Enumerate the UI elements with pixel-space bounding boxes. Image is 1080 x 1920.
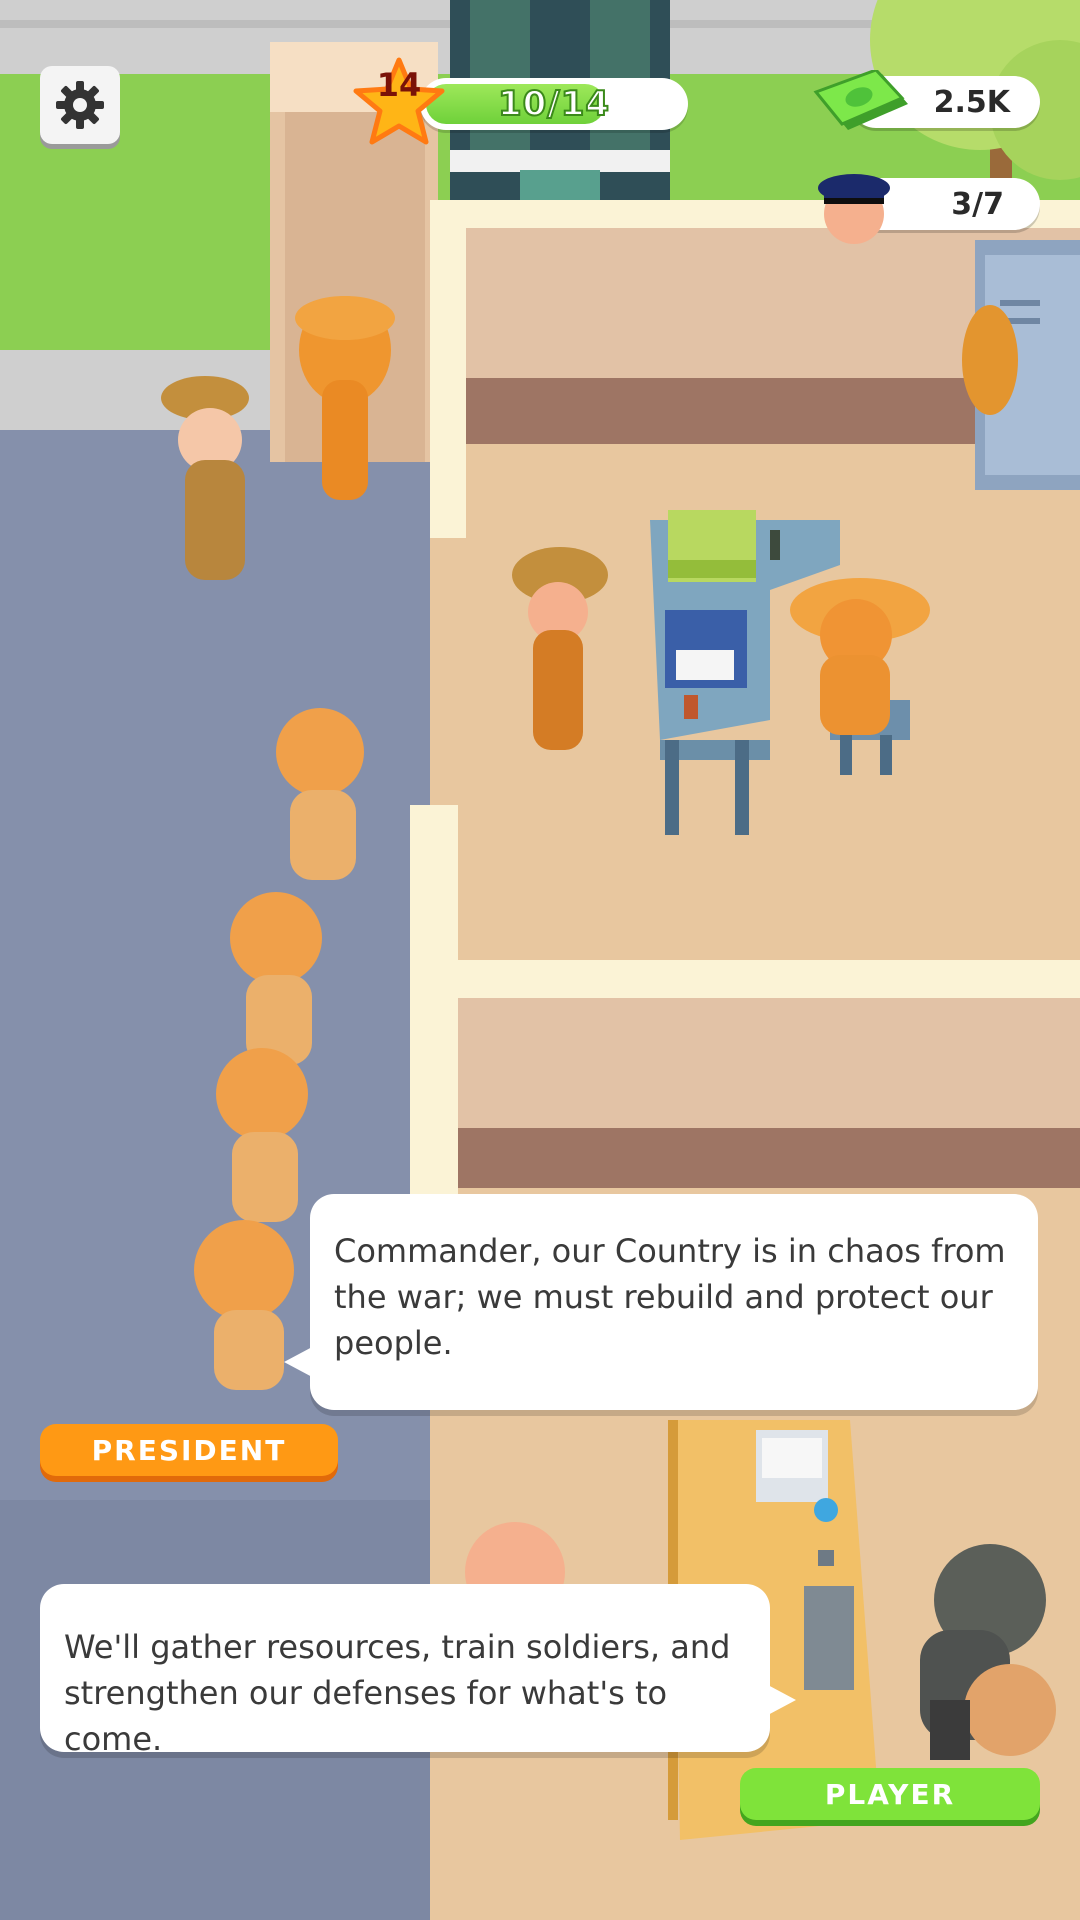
officer-cap-icon [818, 174, 890, 244]
player-name-tag: PLAYER [740, 1768, 1040, 1820]
locker [962, 240, 1080, 490]
level-progress-text: 10/14 [497, 83, 611, 125]
gear-icon [56, 81, 104, 129]
officer-count: 3/7 [951, 186, 1004, 222]
president-name-tag: PRESIDENT [40, 1424, 338, 1476]
settings-button[interactable] [40, 66, 120, 144]
level-progress-bar: 10/14 [420, 78, 688, 130]
player-dialog-text: We'll gather resources, train soldiers, … [64, 1628, 731, 1758]
money-amount: 2.5K [933, 84, 1010, 120]
cash-icon [813, 70, 908, 130]
president-dialog-text: Commander, our Country is in chaos from … [334, 1232, 1006, 1362]
level-star-badge: 14 [352, 56, 446, 150]
president-speech-bubble: Commander, our Country is in chaos from … [284, 1194, 1038, 1410]
level-number: 14 [376, 66, 422, 104]
player-speech-bubble: We'll gather resources, train soldiers, … [40, 1584, 796, 1758]
